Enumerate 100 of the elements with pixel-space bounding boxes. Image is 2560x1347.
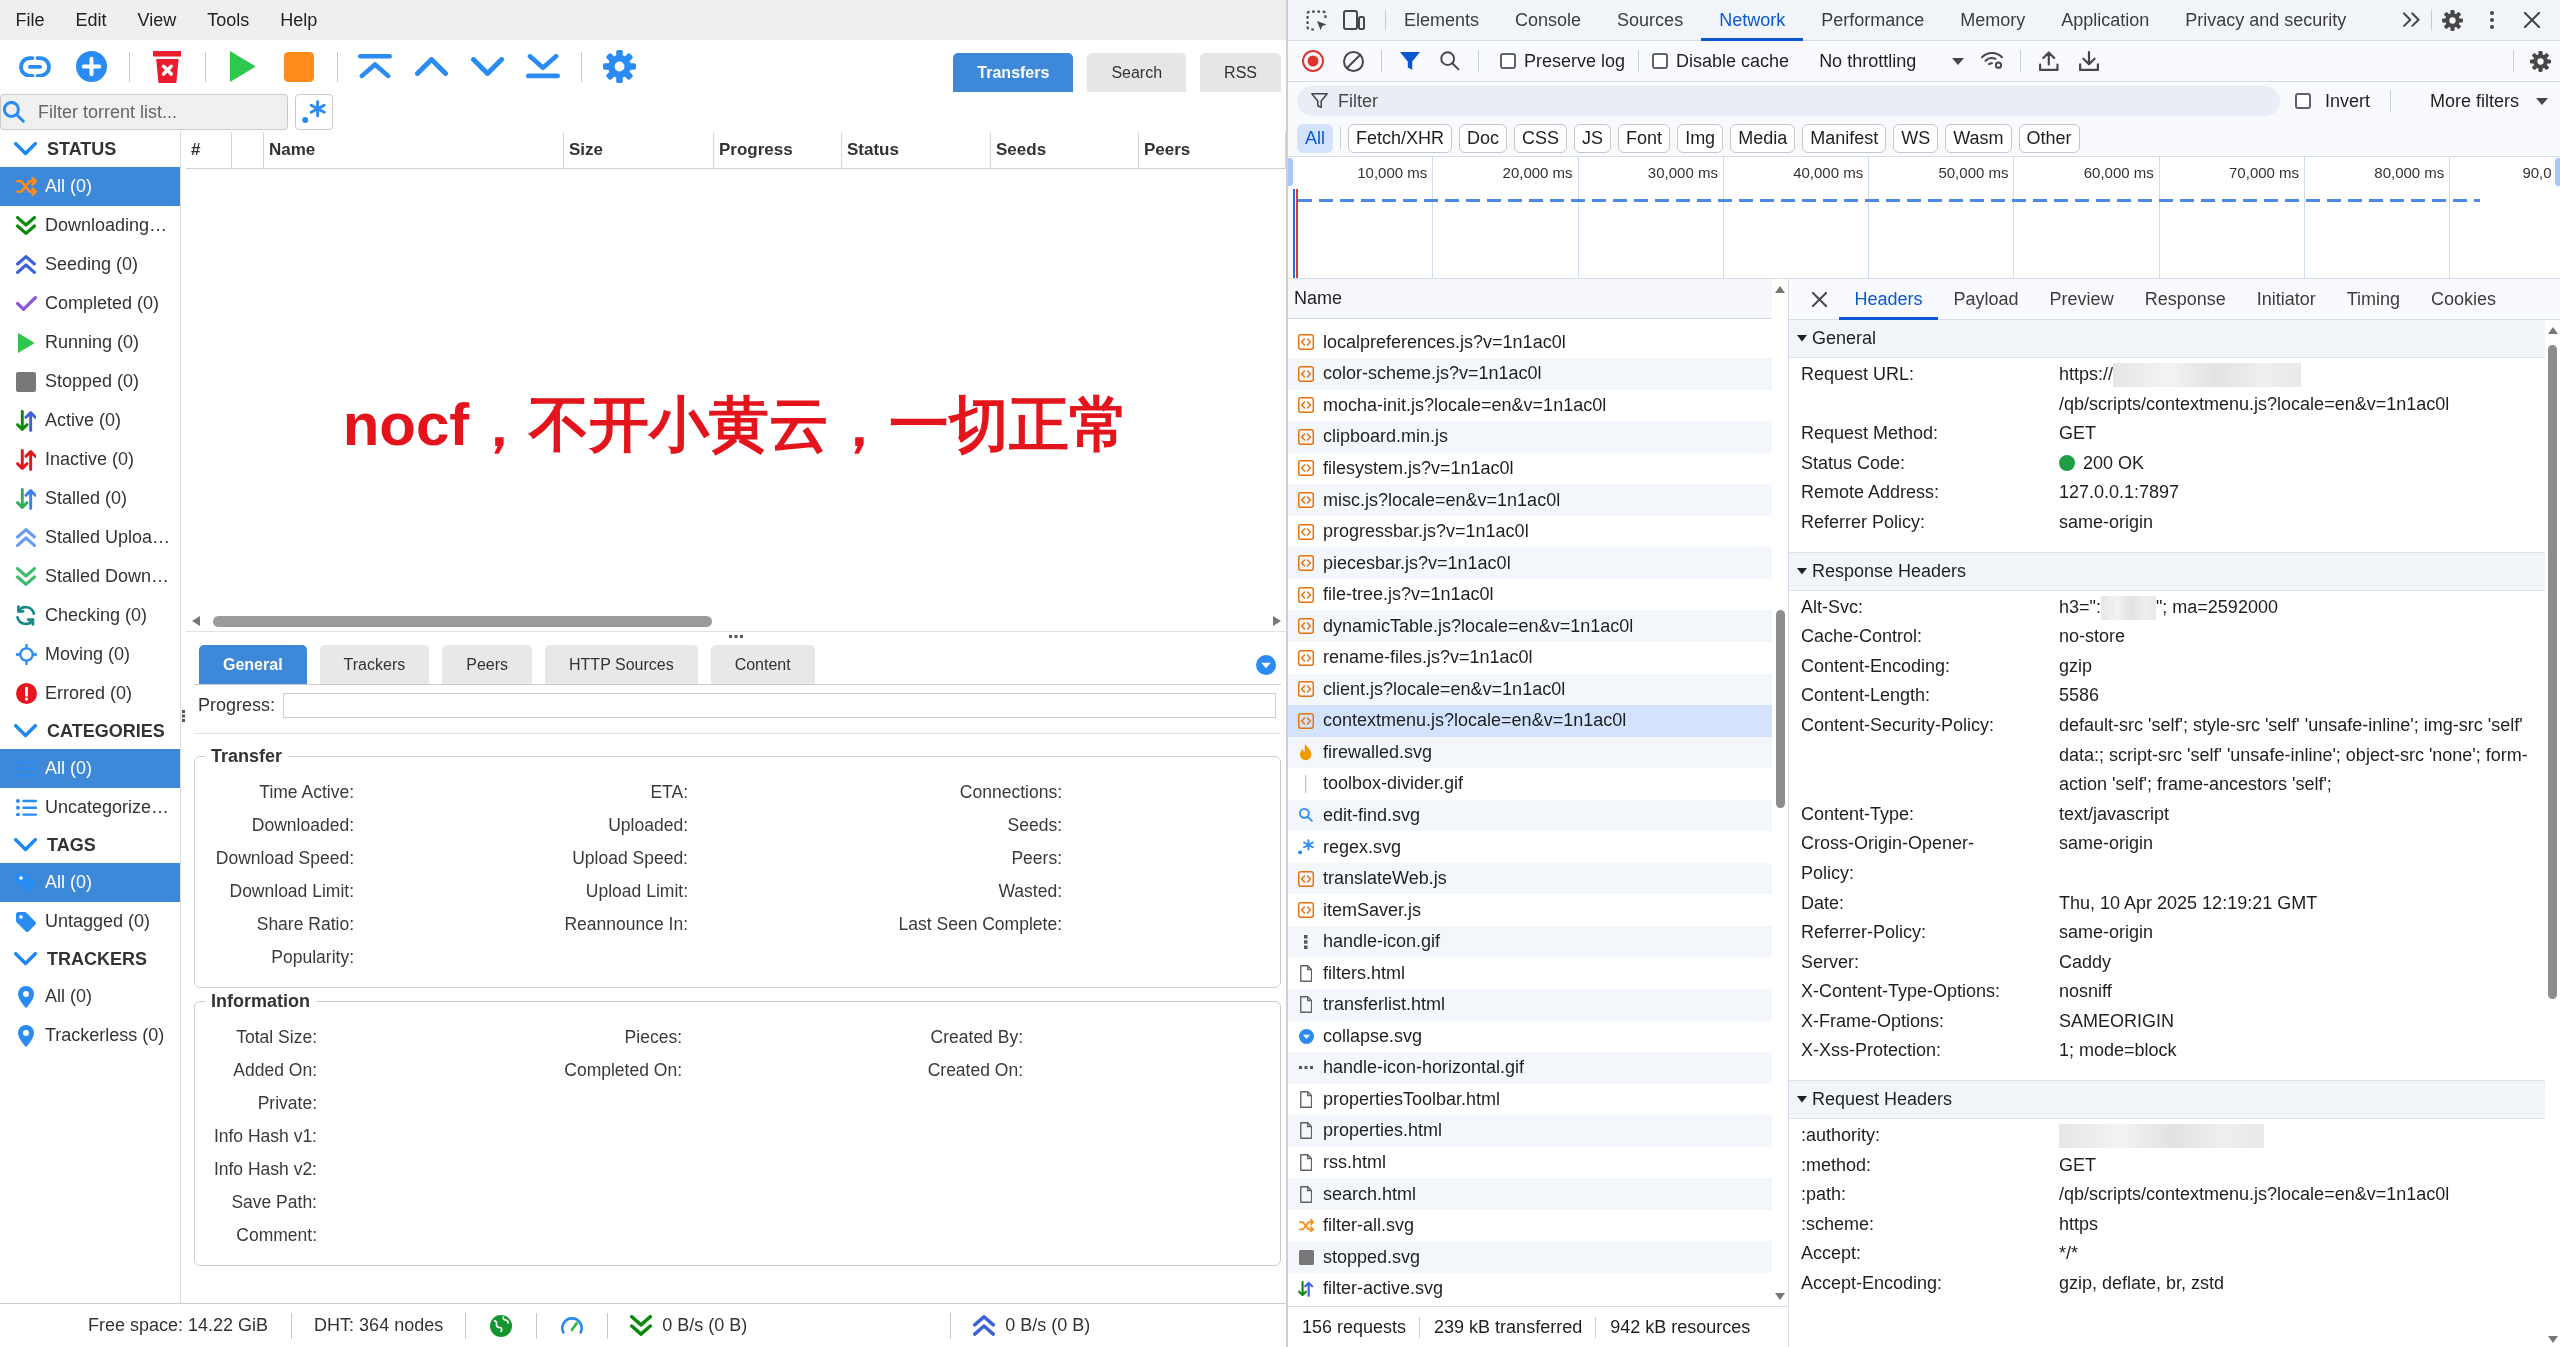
section-header[interactable]: Request Headers xyxy=(1789,1080,2545,1120)
checkbox[interactable] xyxy=(1652,53,1669,69)
checkbox[interactable] xyxy=(2295,93,2311,109)
scrollbar-thumb[interactable] xyxy=(1775,610,1785,808)
scrollbar-thumb[interactable] xyxy=(2548,345,2557,999)
column-header[interactable]: # xyxy=(186,132,232,168)
funnel-icon[interactable] xyxy=(1400,52,1420,70)
record-stop-icon[interactable] xyxy=(1302,50,1324,72)
column-header[interactable]: Name xyxy=(1288,279,1772,319)
detail-tab[interactable]: Initiator xyxy=(2241,278,2332,320)
menu-item[interactable]: Tools xyxy=(191,0,265,40)
scroll-down-icon[interactable] xyxy=(2547,1336,2558,1343)
type-filter-chip[interactable]: JS xyxy=(1574,123,1612,153)
more-filters-dropdown[interactable]: More filters xyxy=(2430,90,2560,112)
request-row[interactable]: misc.js?locale=en&v=1n1ac0l xyxy=(1288,484,1772,516)
request-row[interactable]: piecesbar.js?v=1n1ac0l xyxy=(1288,547,1772,579)
filter-item[interactable]: All (0) xyxy=(0,167,180,206)
request-row[interactable]: handle-icon.gif xyxy=(1288,925,1772,958)
request-row[interactable]: toolbox-divider.gif xyxy=(1288,768,1772,800)
view-tab[interactable]: Search xyxy=(1087,53,1187,92)
filter-item[interactable]: Active (0) xyxy=(0,401,180,440)
request-row[interactable]: translateWeb.js xyxy=(1288,862,1772,895)
scroll-up-icon[interactable] xyxy=(1775,286,1785,293)
detail-tab[interactable]: Cookies xyxy=(2415,278,2512,320)
column-header[interactable]: Peers xyxy=(1139,132,1286,168)
speedometer-icon[interactable] xyxy=(561,1317,584,1334)
plus-circle-icon[interactable] xyxy=(75,51,107,82)
devices-icon[interactable] xyxy=(1343,10,1365,30)
filter-field[interactable]: Filter xyxy=(1297,86,2280,116)
request-row[interactable]: filters.html xyxy=(1288,957,1772,989)
request-row[interactable]: rename-files.js?v=1n1ac0l xyxy=(1288,641,1772,674)
request-row[interactable]: mocha-init.js?locale=en&v=1n1ac0l xyxy=(1288,389,1772,422)
column-header[interactable]: Name xyxy=(264,132,564,168)
detail-tab[interactable]: Payload xyxy=(1938,278,2035,320)
checkbox-label[interactable]: Disable cache xyxy=(1676,50,1790,72)
upload-icon[interactable] xyxy=(2039,51,2059,71)
type-filter-chip[interactable]: WS xyxy=(1893,123,1939,153)
filter-item[interactable]: Checking (0) xyxy=(0,596,180,635)
filter-item[interactable]: Inactive (0) xyxy=(0,440,180,479)
detail-tab[interactable]: Trackers xyxy=(319,645,430,684)
trash-icon[interactable] xyxy=(152,50,182,83)
scrollbar-thumb[interactable] xyxy=(213,615,712,627)
filter-item[interactable]: All (0) xyxy=(0,749,180,788)
chevron-up-with-bar-icon[interactable] xyxy=(358,54,392,79)
request-row[interactable]: itemSaver.js xyxy=(1288,894,1772,926)
menu-item[interactable]: File xyxy=(0,0,60,40)
type-filter-chip[interactable]: Other xyxy=(2018,123,2080,153)
view-tab[interactable]: RSS xyxy=(1200,53,1281,92)
caret-circle-icon[interactable] xyxy=(1256,654,1276,675)
filter-item[interactable]: Stalled (0) xyxy=(0,479,180,518)
filter-item[interactable]: Seeding (0) xyxy=(0,245,180,284)
grip-dots-icon[interactable] xyxy=(182,710,185,722)
request-row[interactable]: file-tree.js?v=1n1ac0l xyxy=(1288,578,1772,611)
request-row[interactable]: color-scheme.js?v=1n1ac0l xyxy=(1288,358,1772,390)
scroll-left-icon[interactable] xyxy=(192,616,200,626)
range-handle[interactable] xyxy=(1288,158,1293,186)
search-icon[interactable] xyxy=(1440,51,1460,71)
section-header[interactable]: Response Headers xyxy=(1789,551,2545,591)
view-tab[interactable]: Transfers xyxy=(953,53,1074,92)
request-row[interactable]: properties.html xyxy=(1288,1115,1772,1147)
filter-item[interactable]: Stalled Down… xyxy=(0,557,180,596)
type-filter-chip[interactable]: Fetch/XHR xyxy=(1348,123,1453,153)
filter-item[interactable]: Moving (0) xyxy=(0,635,180,674)
section-header[interactable]: TAGS xyxy=(0,827,180,863)
filter-item[interactable]: All (0) xyxy=(0,863,180,902)
vertical-dots-icon[interactable] xyxy=(2490,11,2494,29)
request-row[interactable]: progressbar.js?v=1n1ac0l xyxy=(1288,515,1772,548)
settings-icon[interactable] xyxy=(2529,50,2551,72)
request-row[interactable]: rss.html xyxy=(1288,1146,1772,1179)
type-filter-chip[interactable]: Manifest xyxy=(1802,123,1887,153)
request-row[interactable]: firewalled.svg xyxy=(1288,736,1772,769)
request-row[interactable]: dynamicTable.js?locale=en&v=1n1ac0l xyxy=(1288,610,1772,642)
detail-tab[interactable]: Content xyxy=(710,645,815,684)
wifi-icon[interactable] xyxy=(1981,52,2004,70)
download-icon[interactable] xyxy=(2079,51,2100,71)
detail-tab[interactable]: Response xyxy=(2129,278,2242,320)
regex-button[interactable] xyxy=(295,94,333,130)
type-filter-chip[interactable]: Img xyxy=(1677,123,1724,153)
close-icon[interactable] xyxy=(1811,291,1827,307)
column-header[interactable]: Status xyxy=(842,132,991,168)
chevron-down-with-bar-icon[interactable] xyxy=(526,54,560,79)
detail-tab[interactable]: Preview xyxy=(2034,278,2130,320)
column-header[interactable]: Size xyxy=(564,132,714,168)
filter-item[interactable]: Trackerless (0) xyxy=(0,1016,180,1055)
detail-tab[interactable]: General xyxy=(199,645,307,684)
request-row[interactable]: filter-all.svg xyxy=(1288,1209,1772,1242)
stop-icon[interactable] xyxy=(284,51,314,82)
detail-tab[interactable]: Peers xyxy=(442,645,533,684)
clear-icon[interactable] xyxy=(1342,50,1364,72)
filter-item[interactable]: All (0) xyxy=(0,977,180,1016)
panel-tab[interactable]: Application xyxy=(2043,0,2168,41)
filter-item[interactable]: Downloading… xyxy=(0,206,180,245)
panel-tab[interactable]: Performance xyxy=(1803,0,1943,41)
request-row[interactable]: filter-active.svg xyxy=(1288,1272,1772,1305)
checkbox[interactable] xyxy=(1500,53,1516,69)
filter-item[interactable]: Completed (0) xyxy=(0,284,180,323)
filter-field[interactable]: Filter torrent list... xyxy=(0,94,288,130)
type-filter-chip[interactable]: Font xyxy=(1618,123,1671,153)
type-filter-chip[interactable]: Doc xyxy=(1459,123,1508,153)
link-icon[interactable] xyxy=(19,55,51,78)
